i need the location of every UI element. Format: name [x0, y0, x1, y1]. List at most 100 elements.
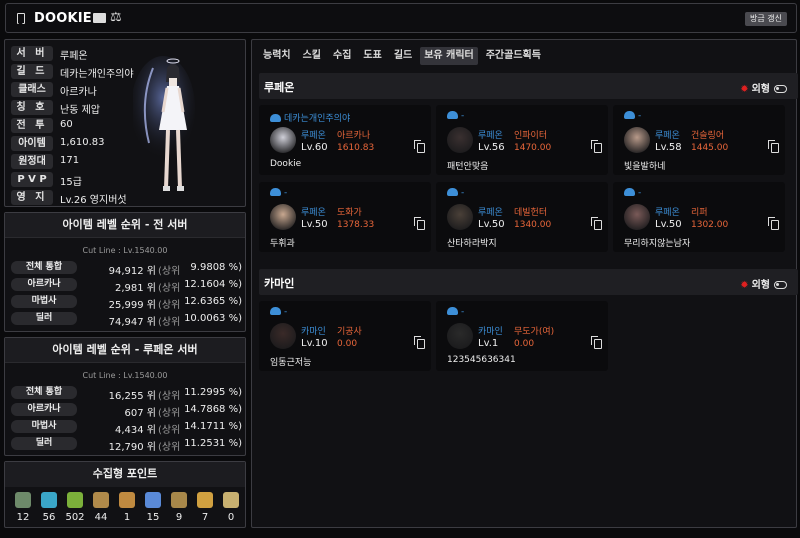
server-section-header: 루페온 ✹ 외형 [259, 73, 798, 99]
copy-icon[interactable] [414, 140, 425, 153]
profile-value: 아르카나 [60, 87, 97, 98]
appearance-toggle[interactable]: ✹ 외형 [740, 80, 787, 95]
character-avatar [624, 204, 650, 230]
toggle-switch-icon[interactable] [774, 85, 787, 93]
tab-characters[interactable]: 보유 캐릭터 [420, 47, 478, 65]
character-class: 건슬링어 [691, 131, 725, 141]
collection-count: 1 [123, 512, 131, 523]
character-guild: - [447, 307, 464, 317]
collection-item[interactable]: 12 [12, 492, 34, 523]
character-guild: - [447, 111, 464, 121]
guild-icon [447, 188, 458, 196]
character-level: Lv.58 [655, 142, 682, 153]
bookmark-icon[interactable] [17, 13, 25, 24]
rank-server-panel: 아이템 레벨 순위 - 루페온 서버 Cut Line : Lv.1540.00… [4, 337, 246, 456]
main-panel: 능력치 스킬 수집 도표 길드 보유 캐릭터 주간골드획득 루페온 ✹ 외형 데카는개… [251, 39, 798, 528]
character-avatar [447, 127, 473, 153]
character-class: 리퍼 [691, 208, 708, 218]
copy-icon[interactable] [591, 140, 602, 153]
collection-item[interactable]: 44 [90, 492, 112, 523]
copy-icon[interactable] [591, 336, 602, 349]
character-card[interactable]: - 루페온 데빌헌터 Lv.50 1340.00 산타하라박지 [436, 182, 608, 252]
profile-value: Lv.26 영지버섯 [60, 195, 127, 206]
character-card[interactable]: - 카마인 무도가(여) Lv.1 0.00 123545636341 [436, 301, 608, 371]
mokoko-seed-icon [15, 492, 31, 508]
ignea-token-icon [145, 492, 161, 508]
appearance-toggle[interactable]: ✹ 외형 [740, 276, 787, 291]
character-card[interactable]: - 카마인 기공사 Lv.10 0.00 임동근저능 [259, 301, 431, 371]
rank-value: 25,999 위 [108, 300, 156, 311]
collection-item[interactable]: 7 [194, 492, 216, 523]
character-level: Lv.56 [478, 142, 505, 153]
copy-icon[interactable] [768, 217, 779, 230]
character-guild: - [270, 188, 287, 198]
tab-bar: 능력치 스킬 수집 도표 길드 보유 캐릭터 주간골드획득 [259, 47, 549, 65]
character-card[interactable]: - 루페온 리퍼 Lv.50 1302.00 무리하지않는남자 [613, 182, 785, 252]
server-name: 카마인 [264, 277, 295, 290]
rank-label: 아르카나 [11, 278, 77, 291]
character-card[interactable]: - 루페온 건슬링어 Lv.58 1445.00 빛을발하네 [613, 105, 785, 175]
toggle-label: 외형 [751, 280, 770, 291]
tab-weekly-gold[interactable]: 주간골드획득 [482, 47, 545, 65]
server-name: 루페온 [264, 81, 295, 94]
character-server: 루페온 [655, 131, 680, 141]
character-class: 기공사 [337, 327, 362, 337]
character-server: 카마인 [301, 327, 326, 337]
character-card[interactable]: - 루페온 도화가 Lv.50 1378.33 두휘과 [259, 182, 431, 252]
copy-icon[interactable] [591, 217, 602, 230]
collection-item[interactable]: 56 [38, 492, 60, 523]
guild-name: - [638, 111, 642, 121]
collection-item[interactable]: 0 [220, 492, 242, 523]
character-name: 123545636341 [447, 355, 516, 365]
rank-label: 마법사 [11, 295, 77, 308]
collection-item[interactable]: 15 [142, 492, 164, 523]
tab-skills[interactable]: 스킬 [299, 47, 325, 65]
guild-name: - [284, 188, 288, 198]
refresh-button[interactable]: 방금 갱신 [745, 12, 787, 26]
profile-panel: 서 버 루페온 길 드 데카는개인주의야 클래스 아르카나 칭 호 난동 제압 … [4, 39, 246, 207]
character-name: 무리하지않는남자 [624, 239, 691, 249]
copy-icon[interactable] [768, 140, 779, 153]
orpheus-star-icon [223, 492, 239, 508]
rank-percent: 11.2531 %) [184, 438, 242, 449]
collection-item[interactable]: 9 [168, 492, 190, 523]
character-name: 산타하라박지 [447, 239, 497, 249]
character-level: Lv.10 [301, 338, 328, 349]
character-class: 아르카나 [337, 131, 371, 141]
profile-value: 60 [60, 119, 73, 130]
collection-item[interactable]: 502 [64, 492, 86, 523]
character-server: 루페온 [478, 208, 503, 218]
tab-chart[interactable]: 도표 [359, 47, 385, 65]
rank-row: 아르카나 607 위 (상위 14.7868 %) [5, 401, 245, 419]
tab-guild[interactable]: 길드 [390, 47, 416, 65]
profile-label: 원정대 [11, 154, 53, 169]
tab-collection[interactable]: 수집 [329, 47, 355, 65]
id-card-icon[interactable] [93, 13, 106, 23]
rank-row: 마법사 25,999 위 (상위 12.6365 %) [5, 293, 245, 311]
character-item-level: 1340.00 [514, 220, 552, 230]
character-item-level: 1445.00 [691, 143, 729, 153]
toggle-switch-icon[interactable] [774, 281, 787, 289]
character-item-level: 0.00 [514, 339, 535, 349]
character-avatar [624, 127, 650, 153]
copy-icon[interactable] [414, 217, 425, 230]
copy-icon[interactable] [414, 336, 425, 349]
rank-percent: 14.7868 %) [184, 404, 242, 415]
character-server: 카마인 [478, 327, 503, 337]
guild-icon [270, 114, 281, 122]
character-level: Lv.60 [301, 142, 328, 153]
character-card[interactable]: - 루페온 인파이터 Lv.56 1470.00 패턴안맞음 [436, 105, 608, 175]
collection-item[interactable]: 1 [116, 492, 138, 523]
rank-label: 아르카나 [11, 403, 77, 416]
character-card[interactable]: 데카는개인주의야 루페온 아르카나 Lv.60 1610.83 Dookie [259, 105, 431, 175]
scale-icon[interactable]: ⚖ [110, 10, 122, 25]
character-server: 루페온 [655, 208, 680, 218]
character-portrait [133, 56, 195, 191]
profile-label: 서 버 [11, 46, 53, 61]
guild-icon [270, 188, 281, 196]
toggle-label: 외형 [751, 84, 770, 95]
rank-label: 마법사 [11, 420, 77, 433]
guild-name: - [461, 111, 465, 121]
tab-stats[interactable]: 능력치 [259, 47, 295, 65]
profile-value: 15급 [60, 177, 82, 188]
